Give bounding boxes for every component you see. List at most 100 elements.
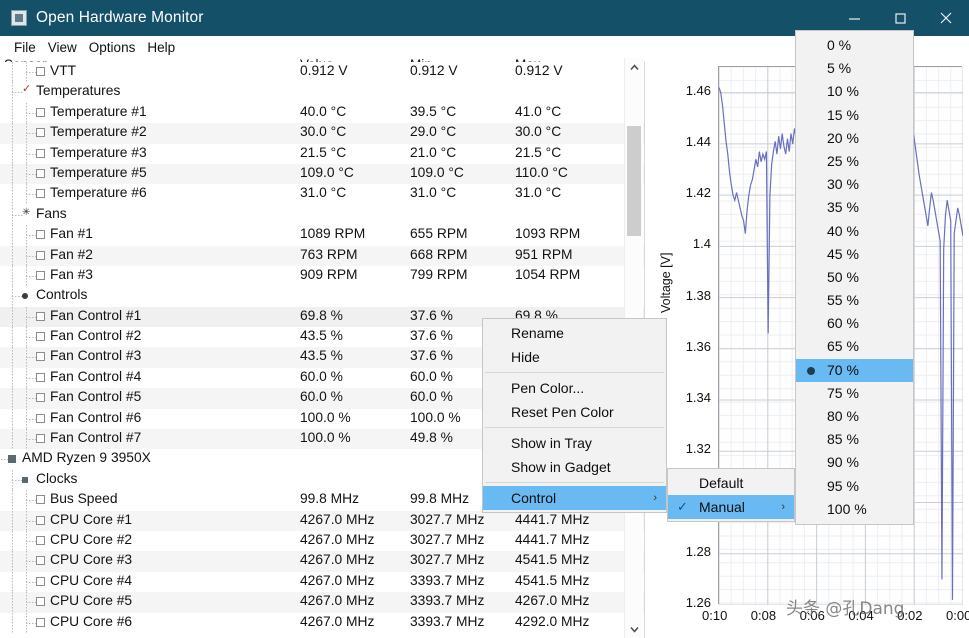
percent-menu-item[interactable]: 25 %: [796, 150, 913, 173]
percent-menu-item[interactable]: 100 %: [796, 498, 913, 521]
percent-menu-item[interactable]: 80 %: [796, 405, 913, 428]
checkbox-icon[interactable]: [36, 230, 45, 240]
submenu-item[interactable]: ✓ Manual ›: [668, 495, 794, 519]
checkbox-icon[interactable]: [36, 270, 45, 280]
table-row[interactable]: Temperature #1 40.0 °C 39.5 °C 41.0 °C: [0, 102, 644, 124]
checkbox-icon[interactable]: [36, 617, 45, 627]
table-row[interactable]: Fan #1 1089 RPM 655 RPM 1093 RPM: [0, 225, 644, 246]
checkbox-icon[interactable]: [36, 393, 45, 403]
checkbox-icon[interactable]: [36, 434, 45, 444]
cpu-icon[interactable]: [8, 455, 16, 464]
table-row[interactable]: Fan #2 763 RPM 668 RPM 951 RPM: [0, 245, 644, 266]
checkbox-icon[interactable]: [36, 597, 45, 607]
percent-submenu[interactable]: 0 % 5 % 10 % 15 % 20 % 25 % 30 % 35 % 40 % 45 % 50…: [795, 30, 914, 525]
checkbox-icon[interactable]: [36, 168, 45, 178]
menu-item[interactable]: Reset Pen Color: [483, 400, 666, 424]
checkbox-icon[interactable]: [36, 189, 45, 199]
fan-icon[interactable]: ✳: [22, 207, 30, 217]
percent-menu-item[interactable]: 55 %: [796, 289, 913, 312]
scroll-down-icon[interactable]: [625, 620, 643, 638]
percent-menu-item[interactable]: 85 %: [796, 428, 913, 451]
checkbox-icon[interactable]: [36, 515, 45, 525]
table-row[interactable]: VTT 0.912 V 0.912 V 0.912 V: [0, 62, 644, 83]
table-row[interactable]: CPU Core #1 4267.0 MHz 3027.7 MHz 4441.7 MH…: [0, 510, 644, 531]
table-row[interactable]: Temperature #2 30.0 °C 29.0 °C 30.0 °C: [0, 123, 644, 144]
menu-item-file[interactable]: File: [8, 39, 42, 56]
percent-menu-item[interactable]: 65 %: [796, 335, 913, 358]
table-row[interactable]: ✓ Temperatures: [0, 82, 644, 103]
table-row[interactable]: CPU Core #5 4267.0 MHz 3393.7 MHz 4267.0 MH…: [0, 592, 644, 613]
sensor-max: 4292.0 MHz: [515, 613, 590, 629]
checkbox-icon[interactable]: [36, 148, 45, 158]
scrollbar-thumb[interactable]: [627, 126, 641, 236]
checkbox-icon[interactable]: [36, 372, 45, 382]
table-row[interactable]: Temperature #6 31.0 °C 31.0 °C 31.0 °C: [0, 184, 644, 205]
table-row[interactable]: Temperature #3 21.5 °C 21.0 °C 21.5 °C: [0, 143, 644, 164]
menu-item[interactable]: Show in Tray: [483, 431, 666, 455]
menu-item-view[interactable]: View: [42, 39, 83, 56]
menu-item[interactable]: Show in Gadget: [483, 455, 666, 479]
clock-icon[interactable]: [22, 476, 28, 483]
percent-menu-item[interactable]: 0 %: [796, 34, 913, 57]
check-icon[interactable]: ✓: [22, 84, 31, 95]
table-row[interactable]: Temperature #5 109.0 °C 109.0 °C 110.0 °C: [0, 163, 644, 185]
percent-menu-item[interactable]: 50 %: [796, 266, 913, 289]
percent-menu-item[interactable]: 20 %: [796, 127, 913, 150]
percent-menu-item[interactable]: 35 %: [796, 196, 913, 219]
menu-item[interactable]: Hide: [483, 345, 666, 369]
scroll-up-icon[interactable]: [625, 58, 643, 76]
menu-item-help[interactable]: Help: [141, 39, 181, 56]
sensor-label: Fan Control #7: [50, 430, 142, 446]
tree-guide-line: [12, 123, 13, 144]
checkbox-icon[interactable]: [36, 67, 45, 76]
context-menu[interactable]: Rename Hide Pen Color... Reset Pen Color Sho…: [482, 318, 667, 513]
tree-guide-line: [12, 225, 13, 246]
percent-menu-item[interactable]: 15 %: [796, 104, 913, 127]
percent-menu-item-label: 0 %: [827, 37, 852, 53]
menu-item[interactable]: Pen Color...: [483, 376, 666, 400]
checkbox-icon[interactable]: [36, 332, 45, 342]
checkbox-icon[interactable]: [36, 107, 45, 117]
checkbox-icon[interactable]: [36, 495, 45, 505]
sensor-min: 49.8 %: [410, 430, 453, 446]
table-row[interactable]: CPU Core #6 4267.0 MHz 3393.7 MHz 4292.0 MH…: [0, 612, 644, 633]
checkbox-icon[interactable]: [36, 250, 45, 260]
control-submenu[interactable]: Default ✓ Manual ›: [667, 468, 795, 522]
checkbox-icon[interactable]: [36, 413, 45, 423]
menu-item[interactable]: Control ›: [483, 486, 666, 510]
table-row[interactable]: ✳ Fans: [0, 204, 644, 226]
menu-item[interactable]: Rename: [483, 321, 666, 345]
percent-menu-item[interactable]: 75 %: [796, 382, 913, 405]
percent-menu-item[interactable]: 95 %: [796, 475, 913, 498]
percent-menu-item[interactable]: 45 %: [796, 243, 913, 266]
table-row[interactable]: CPU Core #2 4267.0 MHz 3027.7 MHz 4441.7 MH…: [0, 530, 644, 552]
checkbox-icon[interactable]: [36, 535, 45, 545]
table-row[interactable]: CPU Core #4 4267.0 MHz 3393.7 MHz 4541.5 MH…: [0, 571, 644, 593]
percent-menu-item[interactable]: 90 %: [796, 451, 913, 474]
table-row[interactable]: Controls: [0, 286, 644, 307]
table-row[interactable]: Fan #3 909 RPM 799 RPM 1054 RPM: [0, 265, 644, 287]
menu-item-options[interactable]: Options: [83, 39, 142, 56]
sensor-min: 0.912 V: [410, 63, 458, 78]
checkbox-icon[interactable]: [36, 556, 45, 566]
sensor-value: 69.8 %: [300, 307, 343, 323]
checkbox-icon[interactable]: [36, 128, 45, 138]
submenu-item[interactable]: Default: [668, 471, 794, 495]
checkbox-icon[interactable]: [36, 576, 45, 586]
checkbox-icon[interactable]: [36, 352, 45, 362]
bullet-icon[interactable]: [22, 293, 28, 300]
percent-menu-item[interactable]: 10 %: [796, 80, 913, 103]
sensor-label: Temperature #1: [50, 103, 147, 119]
table-row[interactable]: CPU Core #3 4267.0 MHz 3027.7 MHz 4541.5 MH…: [0, 551, 644, 572]
sensor-label: Temperatures: [36, 83, 121, 99]
percent-menu-item[interactable]: 40 %: [796, 220, 913, 243]
chevron-right-icon: ›: [653, 492, 657, 504]
tree-guide-line: [12, 327, 13, 348]
chart-y-tick-label: 1.4: [692, 236, 711, 252]
checkbox-icon[interactable]: [36, 311, 45, 321]
percent-menu-item[interactable]: 5 %: [796, 57, 913, 80]
close-icon[interactable]: [923, 0, 969, 36]
percent-menu-item[interactable]: 60 %: [796, 312, 913, 335]
percent-menu-item[interactable]: 30 %: [796, 173, 913, 196]
percent-menu-item[interactable]: 70 %: [796, 358, 913, 382]
